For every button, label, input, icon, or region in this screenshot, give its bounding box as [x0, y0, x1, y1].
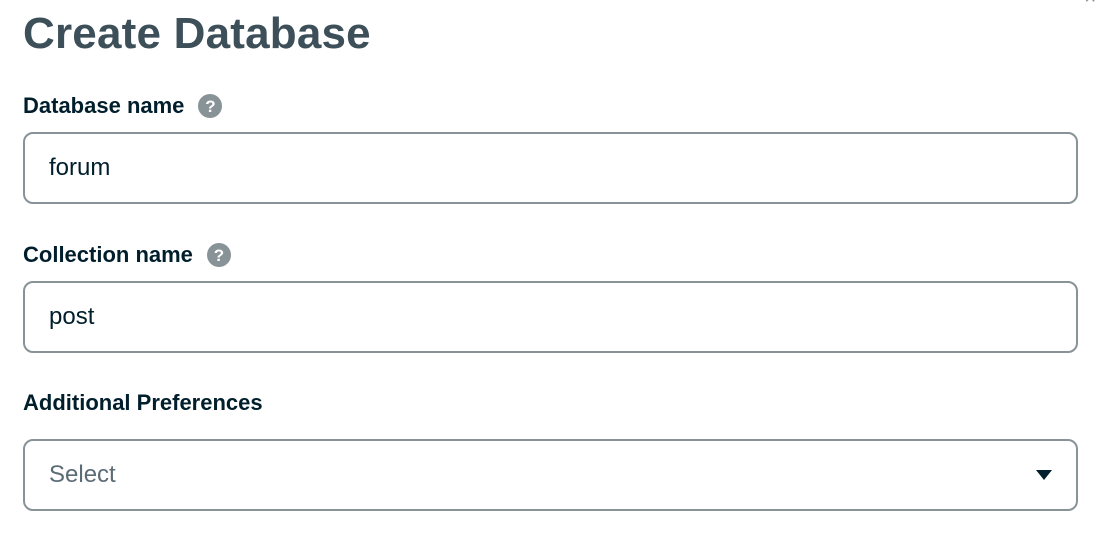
- database-name-label-group: Database name ?: [23, 92, 223, 120]
- additional-preferences-label-group: Additional Preferences: [23, 389, 263, 417]
- caret-down-icon: [1036, 470, 1052, 480]
- collection-name-label-group: Collection name ?: [23, 241, 231, 269]
- additional-preferences-label: Additional Preferences: [23, 390, 263, 415]
- create-database-dialog: × Create Database Database name ? Collec…: [0, 0, 1100, 538]
- question-circle-icon[interactable]: ?: [206, 243, 231, 267]
- close-icon[interactable]: ×: [1084, 0, 1096, 8]
- select-value: Select: [49, 461, 116, 488]
- question-circle-icon[interactable]: ?: [198, 94, 223, 118]
- collection-name-label: Collection name: [23, 242, 193, 267]
- database-name-input[interactable]: [23, 132, 1078, 204]
- collection-name-input[interactable]: [23, 281, 1078, 353]
- additional-preferences-select[interactable]: Select: [23, 439, 1078, 511]
- database-name-label: Database name: [23, 93, 185, 118]
- page-title: Create Database: [23, 9, 371, 58]
